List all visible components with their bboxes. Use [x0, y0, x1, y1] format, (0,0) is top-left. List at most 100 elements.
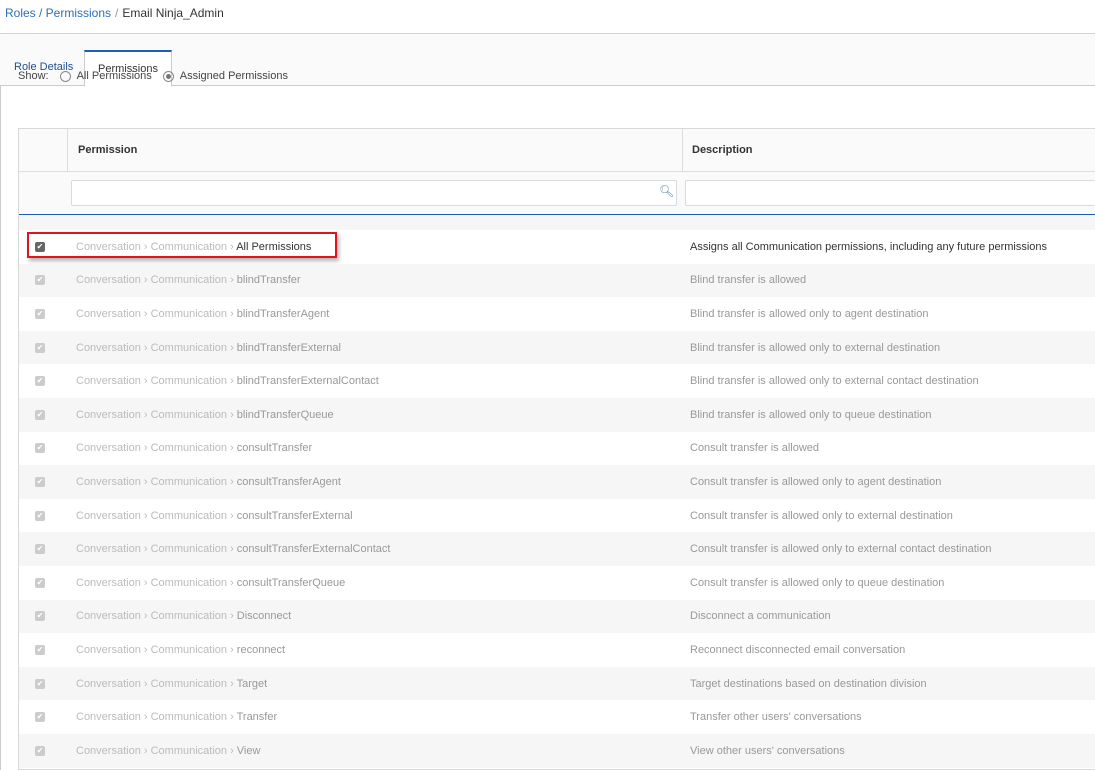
permission-path: Conversation › Communication › reconnect: [76, 644, 285, 656]
breadcrumb-current: Email Ninja_Admin: [122, 6, 224, 20]
header-description[interactable]: Description: [682, 129, 1095, 172]
permission-path: Conversation › Communication › blindTran…: [76, 308, 329, 320]
row-checkbox[interactable]: ✔: [35, 611, 45, 622]
permission-prefix: Conversation › Communication ›: [76, 643, 234, 656]
permission-name: blindTransferAgent: [236, 307, 330, 320]
row-checkbox[interactable]: ✔: [35, 712, 45, 723]
table-row[interactable]: ✔ Conversation › Communication › consultT…: [19, 499, 1095, 533]
row-checkbox[interactable]: ✔: [35, 745, 45, 756]
permission-description: Blind transfer is allowed: [690, 274, 807, 287]
table-row[interactable]: ✔ Conversation › Communication › Transfer…: [19, 700, 1095, 734]
show-filter: Show: All Permissions Assigned Permissio…: [18, 70, 288, 82]
row-checkbox[interactable]: ✔: [35, 342, 45, 353]
table-row[interactable]: ✔ Conversation › Communication › blindTra…: [19, 397, 1095, 432]
row-checkbox[interactable]: ✔: [35, 308, 45, 319]
permission-path: Conversation › Communication › blindTran…: [76, 342, 341, 354]
permission-prefix: Conversation › Communication ›: [76, 610, 234, 623]
row-checkbox[interactable]: ✔: [35, 443, 45, 454]
permission-name: blindTransferExternalContact: [236, 375, 379, 388]
permission-path: Conversation › Communication › All Permi…: [76, 241, 311, 253]
radio-assigned-permissions[interactable]: [162, 70, 174, 82]
table-row[interactable]: ✔ Conversation › Communication › consultT…: [19, 532, 1095, 566]
permission-description: Consult transfer is allowed only to queu…: [690, 576, 945, 589]
permission-description: Blind transfer is allowed only to queue …: [690, 408, 932, 421]
table-row[interactable]: ✔ Conversation › Communication › consultT…: [19, 465, 1095, 499]
permission-prefix: Conversation › Communication ›: [76, 576, 234, 589]
breadcrumb-separator: /: [115, 6, 119, 20]
permission-path: Conversation › Communication › consultTr…: [76, 577, 345, 589]
description-filter-input[interactable]: [685, 180, 1095, 206]
permission-description: Disconnect a communication: [690, 610, 831, 623]
table-body: ✔ Conversation › Communication › All Perm…: [19, 230, 1095, 768]
permission-name: Disconnect: [236, 610, 292, 623]
permission-description: Assigns all Communication permissions, i…: [690, 240, 1048, 253]
permission-description: Consult transfer is allowed only to agen…: [690, 475, 942, 488]
table-row[interactable]: ✔ Conversation › Communication › Target Ta…: [19, 666, 1095, 701]
permission-name: View: [236, 744, 261, 757]
table-row[interactable]: ✔ Conversation › Communication › Disconne…: [19, 599, 1095, 634]
row-checkbox[interactable]: ✔: [35, 644, 45, 655]
filter-row: 🔍︎: [19, 172, 1095, 215]
table-row[interactable]: ✔ Conversation › Communication › consultT…: [19, 432, 1095, 466]
permission-name: consultTransferQueue: [236, 576, 346, 589]
permission-description: Consult transfer is allowed only to exte…: [690, 509, 953, 522]
table-row[interactable]: ✔ Conversation › Communication › blindTra…: [19, 330, 1095, 365]
table-row[interactable]: ✔ Conversation › Communication › blindTra…: [19, 297, 1095, 331]
permission-path: Conversation › Communication › consultTr…: [76, 476, 341, 488]
row-checkbox[interactable]: ✔: [35, 241, 45, 252]
permission-prefix: Conversation › Communication ›: [76, 677, 234, 690]
permission-name: Target: [236, 677, 268, 690]
radio-all-permissions[interactable]: [59, 70, 71, 82]
permission-name: All Permissions: [236, 240, 312, 253]
permission-description: Blind transfer is allowed only to extern…: [690, 375, 979, 388]
table-row[interactable]: ✔ Conversation › Communication › View View…: [19, 733, 1095, 768]
permission-prefix: Conversation › Communication ›: [76, 711, 234, 724]
permission-prefix: Conversation › Communication ›: [76, 442, 234, 455]
permission-path: Conversation › Communication › consultTr…: [76, 543, 390, 555]
permission-path: Conversation › Communication › Target: [76, 678, 267, 690]
permission-description: Blind transfer is allowed only to agent …: [690, 307, 929, 320]
permission-path: Conversation › Communication › View: [76, 745, 260, 757]
row-checkbox[interactable]: ✔: [35, 510, 45, 521]
permission-path: Conversation › Communication › Disconnec…: [76, 610, 291, 622]
permissions-table: Permission Description 🔍︎ ✔ Conversation …: [18, 128, 1095, 770]
permission-description: Consult transfer is allowed: [690, 442, 820, 455]
row-checkbox[interactable]: ✔: [35, 409, 45, 420]
permission-name: blindTransferQueue: [236, 408, 334, 421]
permission-prefix: Conversation › Communication ›: [76, 274, 234, 287]
radio-all-permissions-label[interactable]: All Permissions: [77, 70, 152, 82]
permission-name: reconnect: [236, 643, 286, 656]
permission-prefix: Conversation › Communication ›: [76, 744, 234, 757]
permission-description: Target destinations based on destination…: [690, 677, 927, 690]
table-row[interactable]: ✔ Conversation › Communication › blindTra…: [19, 364, 1095, 398]
header-permission[interactable]: Permission: [78, 144, 137, 156]
permission-description: Blind transfer is allowed only to extern…: [690, 341, 941, 354]
breadcrumb: Roles / Permissions / Email Ninja_Admin: [5, 6, 224, 20]
table-row[interactable]: ✔ Conversation › Communication › reconnec…: [19, 633, 1095, 667]
permission-name: blindTransfer: [236, 274, 301, 287]
partial-row: [19, 215, 1095, 230]
permission-prefix: Conversation › Communication ›: [76, 509, 234, 522]
breadcrumb-roles-permissions-link[interactable]: Roles / Permissions: [5, 6, 111, 20]
radio-assigned-permissions-label[interactable]: Assigned Permissions: [180, 70, 288, 82]
permission-prefix: Conversation › Communication ›: [76, 543, 234, 556]
row-checkbox[interactable]: ✔: [35, 577, 45, 588]
table-row[interactable]: ✔ Conversation › Communication › consultT…: [19, 566, 1095, 600]
row-checkbox[interactable]: ✔: [35, 275, 45, 286]
permission-description: Transfer other users' conversations: [690, 711, 862, 724]
permission-path: Conversation › Communication › blindTran…: [76, 274, 301, 286]
show-label: Show:: [18, 70, 49, 82]
permission-name: consultTransfer: [236, 442, 313, 455]
table-header: Permission Description: [19, 129, 1095, 172]
row-checkbox[interactable]: ✔: [35, 376, 45, 387]
table-row[interactable]: ✔ Conversation › Communication › blindTra…: [19, 263, 1095, 298]
row-checkbox[interactable]: ✔: [35, 544, 45, 555]
row-checkbox[interactable]: ✔: [35, 678, 45, 689]
table-row[interactable]: ✔ Conversation › Communication › All Perm…: [19, 230, 1095, 264]
permission-path: Conversation › Communication › consultTr…: [76, 442, 312, 454]
row-checkbox[interactable]: ✔: [35, 476, 45, 487]
permission-prefix: Conversation › Communication ›: [76, 307, 234, 320]
permission-path: Conversation › Communication › blindTran…: [76, 409, 334, 421]
permission-filter-input[interactable]: [71, 180, 677, 206]
permission-name: consultTransferExternal: [236, 509, 353, 522]
